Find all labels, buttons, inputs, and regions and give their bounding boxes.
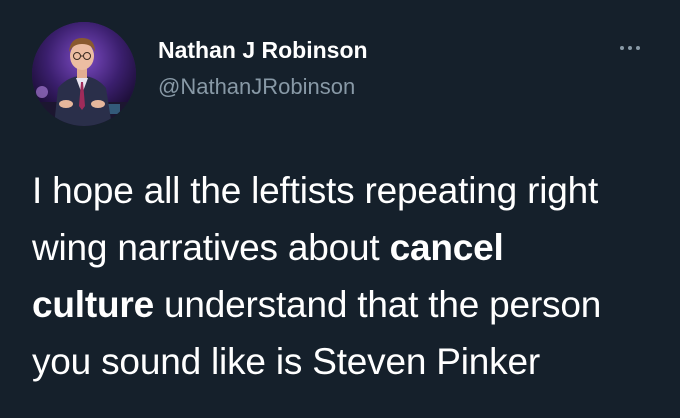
author-info: Nathan J Robinson @NathanJRobinson (158, 36, 368, 100)
tweet-text: I hope all the leftists repeating right … (32, 162, 662, 390)
text-segment-bold: culture (32, 284, 154, 325)
ellipsis-icon (636, 46, 640, 50)
tweet-card: Nathan J Robinson @NathanJRobinson I hop… (0, 0, 680, 418)
profile-photo-icon (32, 22, 136, 126)
text-segment: you sound like is Steven Pinker (32, 341, 540, 382)
ellipsis-icon (628, 46, 632, 50)
tweet-text-line: culture understand that the person (32, 276, 662, 333)
text-segment-bold: cancel (389, 227, 504, 268)
text-segment: understand that the person (153, 284, 602, 325)
ellipsis-icon (620, 46, 624, 50)
more-options-button[interactable] (612, 36, 648, 60)
author-avatar[interactable] (32, 22, 136, 126)
tweet-text-line: I hope all the leftists repeating right (32, 162, 662, 219)
tweet-text-line: you sound like is Steven Pinker (32, 333, 662, 390)
author-display-name[interactable]: Nathan J Robinson (158, 36, 368, 64)
text-segment: I hope all the leftists repeating right (32, 170, 599, 211)
text-segment: wing narratives about (32, 227, 390, 268)
author-handle[interactable]: @NathanJRobinson (158, 74, 368, 100)
tweet-text-line: wing narratives about cancel (32, 219, 662, 276)
